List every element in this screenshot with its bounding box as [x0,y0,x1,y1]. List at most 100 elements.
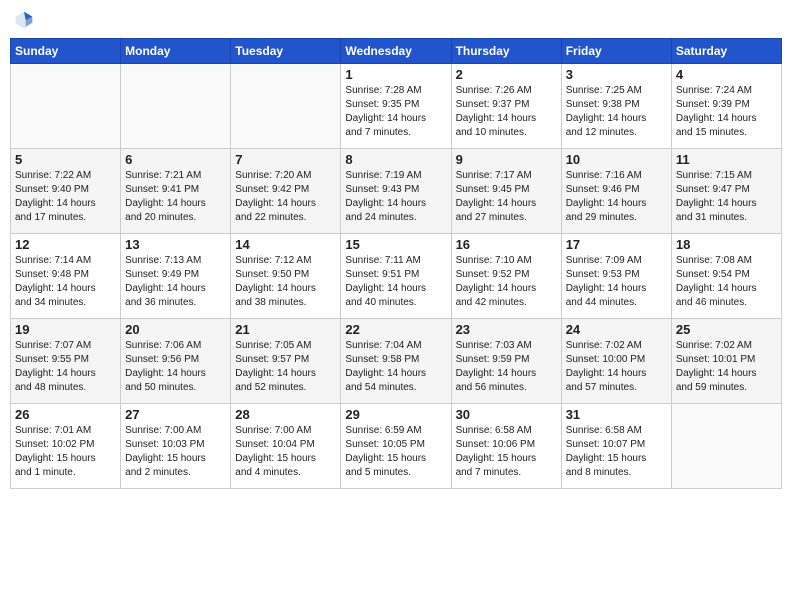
calendar-cell: 29Sunrise: 6:59 AM Sunset: 10:05 PM Dayl… [341,404,451,489]
calendar-cell: 22 Sunrise: 7:04 AM Sunset: 9:58 PM Dayli… [341,319,451,404]
cell-content: Sunrise: 7:06 AM Sunset: 9:56 PM Dayligh… [125,339,226,395]
calendar-cell: 30 Sunrise: 6:58 AM Sunset: 10:06 PM Dayl… [451,404,561,489]
calendar-week-row: 19 Sunrise: 7:07 AM Sunset: 9:55 PM Dayli… [11,319,782,404]
day-number: 24 [566,322,667,337]
day-header-tuesday: Tuesday [231,39,341,64]
calendar-cell: 17 Sunrise: 7:09 AM Sunset: 9:53 PM Dayli… [561,234,671,319]
calendar-cell: 27 Sunrise: 7:00 AM Sunset: 10:03 PM Dayl… [121,404,231,489]
day-number: 1 [345,67,446,82]
calendar-cell: 18Sunrise: 7:08 AM Sunset: 9:54 PM Dayli… [671,234,781,319]
cell-content: Sunrise: 7:02 AM Sunset: 10:01 PM Daylig… [676,339,777,395]
page-header [10,10,782,30]
day-header-sunday: Sunday [11,39,121,64]
cell-content: Sunrise: 7:02 AM Sunset: 10:00 PM Daylig… [566,339,667,395]
day-number: 30 [456,407,557,422]
cell-content: Sunrise: 7:13 AM Sunset: 9:49 PM Dayligh… [125,254,226,310]
day-number: 31 [566,407,667,422]
cell-content: Sunrise: 7:19 AM Sunset: 9:43 PM Dayligh… [345,169,446,225]
calendar-cell: 6 Sunrise: 7:21 AM Sunset: 9:41 PM Daylig… [121,149,231,234]
calendar-table: SundayMondayTuesdayWednesdayThursdayFrid… [10,38,782,489]
day-number: 22 [345,322,446,337]
day-number: 13 [125,237,226,252]
cell-content: Sunrise: 7:15 AM Sunset: 9:47 PM Dayligh… [676,169,777,225]
cell-content: Sunrise: 7:20 AM Sunset: 9:42 PM Dayligh… [235,169,336,225]
calendar-cell: 28 Sunrise: 7:00 AM Sunset: 10:04 PM Dayl… [231,404,341,489]
day-number: 9 [456,152,557,167]
cell-content: Sunrise: 7:24 AM Sunset: 9:39 PM Dayligh… [676,84,777,140]
day-number: 18 [676,237,777,252]
calendar-cell: 16 Sunrise: 7:10 AM Sunset: 9:52 PM Dayli… [451,234,561,319]
calendar-week-row: 5 Sunrise: 7:22 AM Sunset: 9:40 PM Daylig… [11,149,782,234]
cell-content: Sunrise: 7:01 AM Sunset: 10:02 PM Daylig… [15,424,116,480]
day-number: 26 [15,407,116,422]
cell-content: Sunrise: 7:04 AM Sunset: 9:58 PM Dayligh… [345,339,446,395]
day-number: 25 [676,322,777,337]
day-number: 20 [125,322,226,337]
calendar-cell: 31 Sunrise: 6:58 AM Sunset: 10:07 PM Dayl… [561,404,671,489]
calendar-cell: 14 Sunrise: 7:12 AM Sunset: 9:50 PM Dayli… [231,234,341,319]
cell-content: Sunrise: 7:28 AM Sunset: 9:35 PM Dayligh… [345,84,446,140]
logo [14,10,38,30]
day-header-wednesday: Wednesday [341,39,451,64]
cell-content: Sunrise: 7:21 AM Sunset: 9:41 PM Dayligh… [125,169,226,225]
day-number: 10 [566,152,667,167]
cell-content: Sunrise: 6:58 AM Sunset: 10:07 PM Daylig… [566,424,667,480]
calendar-cell: 1 Sunrise: 7:28 AM Sunset: 9:35 PM Daylig… [341,64,451,149]
cell-content: Sunrise: 7:16 AM Sunset: 9:46 PM Dayligh… [566,169,667,225]
day-number: 15 [345,237,446,252]
calendar-cell: 5 Sunrise: 7:22 AM Sunset: 9:40 PM Daylig… [11,149,121,234]
calendar-cell: 20 Sunrise: 7:06 AM Sunset: 9:56 PM Dayli… [121,319,231,404]
day-number: 5 [15,152,116,167]
calendar-cell: 21Sunrise: 7:05 AM Sunset: 9:57 PM Dayli… [231,319,341,404]
day-number: 3 [566,67,667,82]
cell-content: Sunrise: 7:03 AM Sunset: 9:59 PM Dayligh… [456,339,557,395]
day-number: 2 [456,67,557,82]
day-header-thursday: Thursday [451,39,561,64]
cell-content: Sunrise: 7:25 AM Sunset: 9:38 PM Dayligh… [566,84,667,140]
calendar-cell: 15Sunrise: 7:11 AM Sunset: 9:51 PM Dayli… [341,234,451,319]
calendar-week-row: 26 Sunrise: 7:01 AM Sunset: 10:02 PM Dayl… [11,404,782,489]
day-header-saturday: Saturday [671,39,781,64]
calendar-cell: 3 Sunrise: 7:25 AM Sunset: 9:38 PM Daylig… [561,64,671,149]
cell-content: Sunrise: 7:00 AM Sunset: 10:04 PM Daylig… [235,424,336,480]
calendar-cell [11,64,121,149]
calendar-cell: 4 Sunrise: 7:24 AM Sunset: 9:39 PM Daylig… [671,64,781,149]
day-number: 14 [235,237,336,252]
day-number: 28 [235,407,336,422]
day-number: 12 [15,237,116,252]
cell-content: Sunrise: 7:26 AM Sunset: 9:37 PM Dayligh… [456,84,557,140]
day-number: 7 [235,152,336,167]
calendar-week-row: 1 Sunrise: 7:28 AM Sunset: 9:35 PM Daylig… [11,64,782,149]
day-number: 11 [676,152,777,167]
day-header-friday: Friday [561,39,671,64]
day-number: 4 [676,67,777,82]
calendar-cell [231,64,341,149]
calendar-cell: 25 Sunrise: 7:02 AM Sunset: 10:01 PM Dayl… [671,319,781,404]
day-number: 23 [456,322,557,337]
calendar-cell: 11 Sunrise: 7:15 AM Sunset: 9:47 PM Dayli… [671,149,781,234]
calendar-cell: 7 Sunrise: 7:20 AM Sunset: 9:42 PM Daylig… [231,149,341,234]
calendar-cell: 10 Sunrise: 7:16 AM Sunset: 9:46 PM Dayli… [561,149,671,234]
cell-content: Sunrise: 7:10 AM Sunset: 9:52 PM Dayligh… [456,254,557,310]
calendar-cell: 8Sunrise: 7:19 AM Sunset: 9:43 PM Daylig… [341,149,451,234]
cell-content: Sunrise: 7:12 AM Sunset: 9:50 PM Dayligh… [235,254,336,310]
calendar-header-row: SundayMondayTuesdayWednesdayThursdayFrid… [11,39,782,64]
day-number: 16 [456,237,557,252]
day-number: 29 [345,407,446,422]
day-number: 27 [125,407,226,422]
cell-content: Sunrise: 7:22 AM Sunset: 9:40 PM Dayligh… [15,169,116,225]
cell-content: Sunrise: 7:09 AM Sunset: 9:53 PM Dayligh… [566,254,667,310]
day-number: 19 [15,322,116,337]
calendar-cell: 19 Sunrise: 7:07 AM Sunset: 9:55 PM Dayli… [11,319,121,404]
calendar-cell: 24 Sunrise: 7:02 AM Sunset: 10:00 PM Dayl… [561,319,671,404]
calendar-cell: 9Sunrise: 7:17 AM Sunset: 9:45 PM Daylig… [451,149,561,234]
calendar-cell [671,404,781,489]
day-number: 21 [235,322,336,337]
cell-content: Sunrise: 7:07 AM Sunset: 9:55 PM Dayligh… [15,339,116,395]
day-number: 17 [566,237,667,252]
calendar-cell: 23 Sunrise: 7:03 AM Sunset: 9:59 PM Dayli… [451,319,561,404]
day-number: 6 [125,152,226,167]
logo-icon [14,10,34,30]
cell-content: Sunrise: 6:58 AM Sunset: 10:06 PM Daylig… [456,424,557,480]
cell-content: Sunrise: 7:00 AM Sunset: 10:03 PM Daylig… [125,424,226,480]
